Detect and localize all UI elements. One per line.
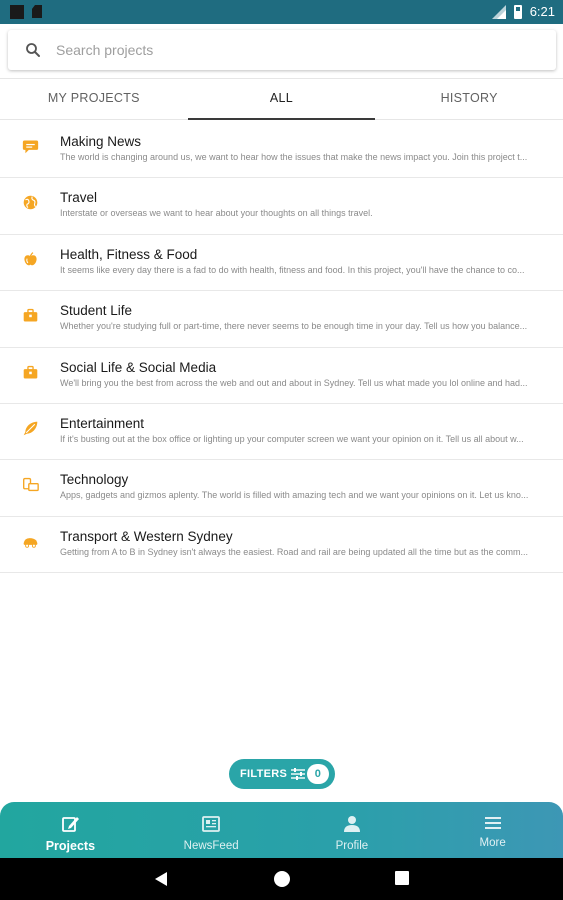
recents-icon[interactable] [394,870,410,886]
apple-icon [24,251,37,266]
project-description: Whether you're studying full or part-tim… [60,321,528,332]
project-item-transport[interactable]: Transport & Western Sydney Getting from … [0,517,563,574]
project-title: Travel [60,190,98,206]
project-item-entertainment[interactable]: Entertainment If it's busting out at the… [0,404,563,461]
battery-icon [513,4,522,19]
back-icon[interactable] [152,870,170,888]
project-title: Transport & Western Sydney [60,528,233,544]
signal-icon [491,4,506,19]
devices-icon [23,478,39,492]
car-icon [23,537,38,548]
newspaper-icon [202,816,221,832]
project-item-health-fitness-food[interactable]: Health, Fitness & Food It seems like eve… [0,235,563,292]
project-title: Health, Fitness & Food [60,246,198,262]
nav-more[interactable]: More [422,802,563,858]
project-item-travel[interactable]: Travel Interstate or overseas we want to… [0,178,563,235]
tab-history[interactable]: HISTORY [375,79,563,119]
project-description: Apps, gadgets and gizmos aplenty. The wo… [60,490,529,501]
nav-label: Projects [45,839,96,853]
tab-all[interactable]: ALL [187,79,376,120]
nav-profile[interactable]: Profile [282,802,423,858]
sliders-icon [291,768,306,780]
project-title: Entertainment [60,415,145,431]
globe-icon [23,196,38,210]
filters-count-badge: 0 [307,764,329,784]
filters-label: FILTERS [240,768,288,780]
speech-bubble-icon [22,140,39,154]
tab-bar: MY PROJECTS ALL HISTORY [0,78,563,120]
person-icon [343,816,360,832]
project-description: It seems like every day there is a fad t… [60,264,525,275]
status-bar: 6:21 [0,0,563,24]
briefcase-icon [23,309,38,322]
sd-card-icon [32,5,42,18]
project-description: If it's busting out at the box office or… [60,433,524,444]
status-time: 6:21 [529,4,555,19]
project-item-technology[interactable]: Technology Apps, gadgets and gizmos aple… [0,460,563,517]
project-title: Student Life [60,303,133,319]
menu-icon [484,817,501,829]
project-item-making-news[interactable]: Making News The world is changing around… [0,122,563,179]
project-item-student-life[interactable]: Student Life Whether you're studying ful… [0,291,563,348]
project-description: Interstate or overseas we want to hear a… [60,208,373,219]
project-list: Making News The world is changing around… [0,122,563,574]
briefcase-icon [23,365,38,379]
filters-button[interactable]: FILTERS 0 [229,759,335,789]
feather-icon [23,421,38,436]
nav-label: Profile [335,840,369,852]
nav-label: More [479,837,506,849]
project-title: Making News [60,134,142,149]
system-navigation-bar [0,858,563,900]
tab-my-projects[interactable]: MY PROJECTS [0,79,188,119]
project-description: Getting from A to B in Sydney isn't alwa… [60,546,528,557]
project-description: We'll bring you the best from across the… [60,377,528,388]
project-title: Social Life & Social Media [60,359,217,375]
bottom-navigation: Projects NewsFeed Profile More [0,802,563,858]
project-item-social-life[interactable]: Social Life & Social Media We'll bring y… [0,348,563,404]
nav-projects[interactable]: Projects [0,802,141,858]
project-title: Technology [60,472,129,488]
notification-icon [10,5,24,19]
nav-label: NewsFeed [183,840,239,852]
search-icon [26,43,40,57]
search-input[interactable] [56,38,536,62]
home-icon[interactable] [273,870,291,888]
nav-newsfeed[interactable]: NewsFeed [141,802,282,858]
edit-icon [62,817,80,832]
project-description: The world is changing around us, we want… [60,152,528,162]
search-bar [8,30,556,70]
